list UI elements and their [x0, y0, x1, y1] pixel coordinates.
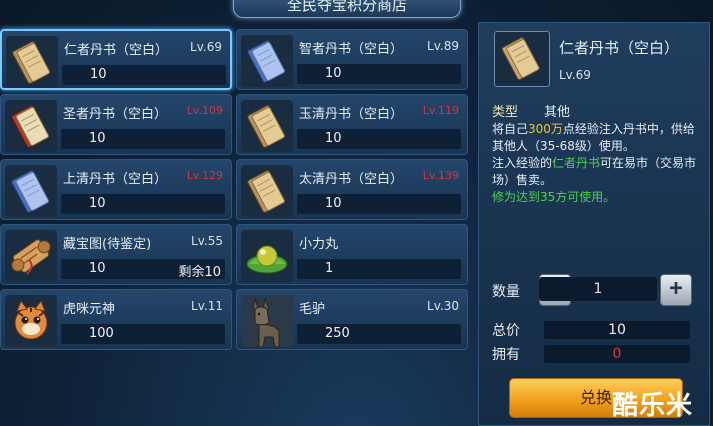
item-name: 虎咪元神: [63, 302, 116, 317]
shop-item-5[interactable]: 太清丹书（空白） Lv.139 10: [236, 159, 468, 220]
item-level: Lv.109: [186, 104, 223, 117]
price-field: [61, 129, 225, 149]
detail-description: 将自己300万点经验注入丹书中，供给其他人（35-68级）使用。 注入经验的仁者…: [492, 121, 702, 206]
donkey-icon: [241, 295, 293, 347]
item-name: 毛驴: [299, 302, 326, 317]
item-price: 10: [89, 131, 106, 146]
shop-item-8[interactable]: 虎咪元神 Lv.11 100: [0, 289, 232, 350]
shop-item-0[interactable]: 仁者丹书（空白） Lv.69 10: [0, 29, 232, 90]
blue-scroll-icon: [241, 35, 293, 87]
item-remaining: 剩余10: [178, 265, 221, 280]
desc-item-link[interactable]: 仁者丹书: [552, 156, 600, 170]
total-price-label: 总价: [492, 323, 520, 339]
item-level: Lv.69: [190, 40, 222, 54]
item-level: Lv.139: [422, 169, 459, 182]
owned-value: 0: [544, 345, 690, 363]
treasure-map-icon: [5, 230, 57, 282]
item-name: 上清丹书（空白）: [63, 172, 168, 187]
item-price: 10: [325, 131, 342, 146]
price-field: [297, 129, 461, 149]
item-name: 圣者丹书（空白）: [63, 107, 168, 122]
item-level: Lv.30: [427, 299, 459, 313]
blue-scroll-icon: [5, 165, 57, 217]
shop-item-3[interactable]: 玉清丹书（空白） Lv.119 10: [236, 94, 468, 155]
quantity-label: 数量: [492, 284, 520, 300]
item-level: Lv.11: [191, 299, 223, 313]
shop-item-4[interactable]: 上清丹书（空白） Lv.129 10: [0, 159, 232, 220]
item-name: 玉清丹书（空白）: [299, 107, 404, 122]
item-name: 小力丸: [299, 237, 339, 252]
item-price: 10: [325, 196, 342, 211]
price-field: [297, 64, 461, 84]
price-field: [62, 65, 226, 85]
desc-text: 注入经验的: [492, 156, 553, 170]
item-price: 250: [325, 326, 350, 341]
item-price: 10: [89, 261, 106, 276]
quantity-input[interactable]: 1: [539, 277, 657, 301]
watermark-logo: 酷乐米: [612, 391, 694, 421]
pill-icon: [241, 230, 293, 282]
desc-requirement: 修为达到35方可使用。: [492, 190, 616, 204]
tan-scroll-icon: [241, 100, 293, 152]
item-price: 10: [325, 66, 342, 81]
item-name: 藏宝图(待鉴定): [63, 237, 152, 252]
detail-type-label: 类型: [492, 105, 519, 120]
item-price: 10: [90, 67, 107, 82]
increase-quantity-button[interactable]: +: [660, 274, 692, 306]
price-field: [61, 324, 225, 344]
red-scroll-icon: [5, 100, 57, 152]
item-name: 太清丹书（空白）: [299, 172, 404, 187]
price-field: [297, 259, 461, 279]
item-price: 10: [89, 196, 106, 211]
item-name: 智者丹书（空白）: [299, 42, 404, 57]
shop-item-2[interactable]: 圣者丹书（空白） Lv.109 10: [0, 94, 232, 155]
owned-label: 拥有: [492, 347, 520, 363]
item-name: 仁者丹书（空白）: [64, 43, 169, 58]
shop-title: 全民夺宝积分商店: [233, 0, 461, 18]
item-level: Lv.119: [422, 104, 459, 117]
item-level: Lv.55: [191, 234, 223, 248]
desc-exp-amount: 300万: [528, 122, 563, 136]
price-field: [61, 194, 225, 214]
shop-item-7[interactable]: 小力丸 1: [236, 224, 468, 285]
detail-item-name: 仁者丹书（空白）: [559, 39, 680, 57]
shop-item-1[interactable]: 智者丹书（空白） Lv.89 10: [236, 29, 468, 90]
tan-scroll-icon: [241, 165, 293, 217]
tan-scroll-icon: [494, 31, 550, 87]
shop-item-9[interactable]: 毛驴 Lv.30 250: [236, 289, 468, 350]
detail-type-value: 其他: [544, 105, 571, 120]
desc-text: 将自己: [492, 122, 529, 136]
price-field: [297, 324, 461, 344]
detail-item-level: Lv.69: [559, 68, 591, 82]
item-price: 1: [325, 261, 334, 276]
tiger-cub-icon: [5, 295, 57, 347]
item-level: Lv.129: [186, 169, 223, 182]
price-field: [297, 194, 461, 214]
total-price-value: 10: [544, 321, 690, 339]
tan-scroll-icon: [6, 36, 58, 88]
item-level: Lv.89: [427, 39, 459, 53]
shop-item-6[interactable]: 藏宝图(待鉴定) Lv.55 10 剩余10: [0, 224, 232, 285]
item-price: 100: [89, 326, 114, 341]
item-detail-panel: 仁者丹书（空白） Lv.69 类型 其他 将自己300万点经验注入丹书中，供给其…: [478, 22, 710, 426]
